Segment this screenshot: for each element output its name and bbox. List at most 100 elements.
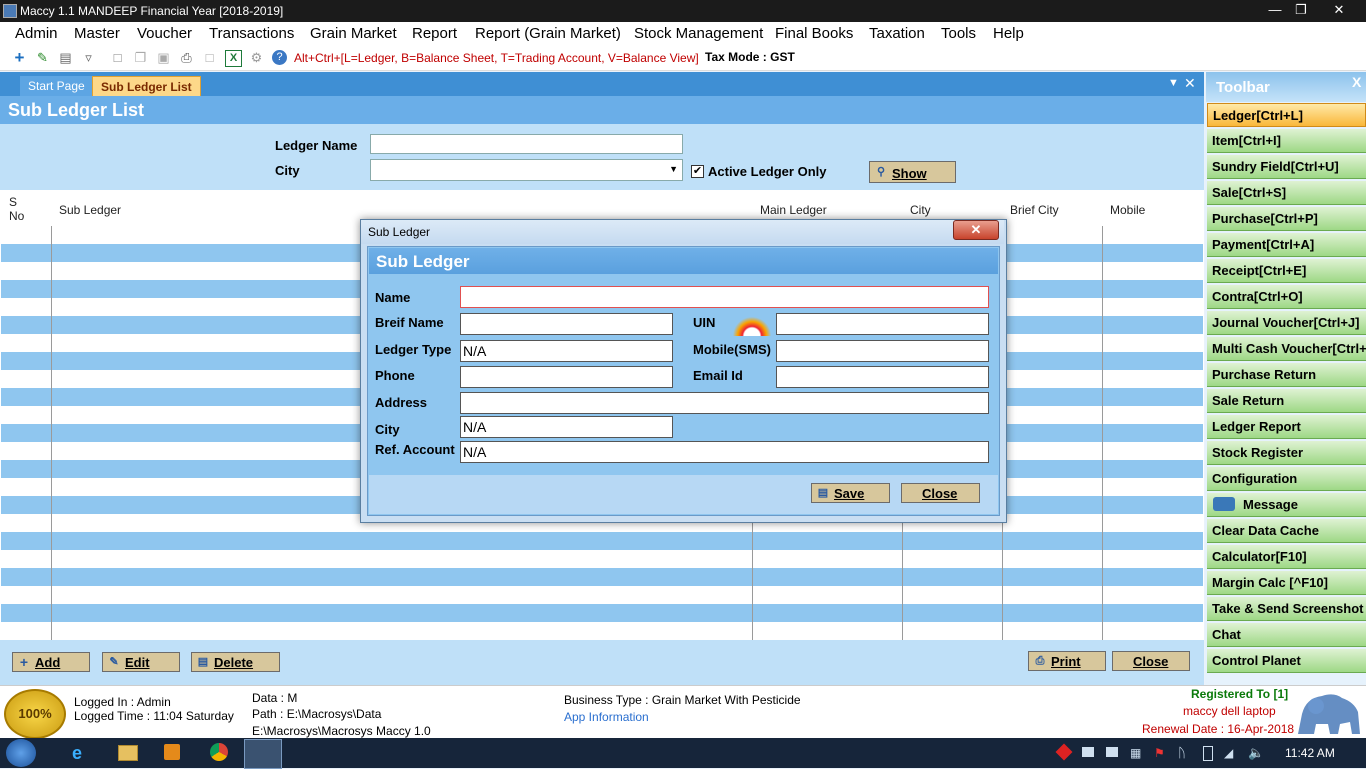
name-input[interactable]: [460, 286, 989, 308]
start-button[interactable]: [6, 739, 36, 767]
toolbar-item[interactable]: Margin Calc [^F10]: [1207, 571, 1366, 595]
ie-icon[interactable]: e: [72, 743, 82, 764]
email-input[interactable]: [776, 366, 989, 388]
table-row[interactable]: [1, 532, 1203, 550]
brief-name-input[interactable]: [460, 313, 673, 335]
ledger-name-input[interactable]: [370, 134, 683, 154]
table-row[interactable]: [1, 586, 1203, 604]
phone-input[interactable]: [460, 366, 673, 388]
help-icon[interactable]: ?: [272, 50, 287, 65]
menu-taxation[interactable]: Taxation: [869, 25, 925, 42]
tray-antivirus-icon[interactable]: [1055, 743, 1073, 761]
toolbar-item[interactable]: Control Planet: [1207, 649, 1366, 673]
menu-tools[interactable]: Tools: [941, 25, 976, 42]
toolbar-item[interactable]: Clear Data Cache: [1207, 519, 1366, 543]
tray-battery-icon[interactable]: [1203, 746, 1213, 761]
tab-close-icon[interactable]: ✕: [1184, 75, 1196, 92]
maccy-taskbar-icon[interactable]: [244, 739, 282, 769]
toolbar-item[interactable]: Calculator[F10]: [1207, 545, 1366, 569]
table-row[interactable]: [1, 550, 1203, 568]
toolbar-item[interactable]: Receipt[Ctrl+E]: [1207, 259, 1366, 283]
menu-voucher[interactable]: Voucher: [137, 25, 192, 42]
close-button[interactable]: Close: [1112, 651, 1190, 671]
ref-account-input[interactable]: N/A: [460, 441, 989, 463]
add-icon[interactable]: +: [12, 49, 27, 66]
tab-start-page[interactable]: Start Page: [20, 76, 93, 96]
toolbar-item[interactable]: Sundry Field[Ctrl+U]: [1207, 155, 1366, 179]
toolbar-item[interactable]: Stock Register: [1207, 441, 1366, 465]
menu-master[interactable]: Master: [74, 25, 120, 42]
settings-icon[interactable]: ⚙: [249, 50, 264, 65]
dialog-city-input[interactable]: N/A: [460, 416, 673, 438]
col-main-ledger[interactable]: Main Ledger: [760, 203, 827, 217]
filter-icon[interactable]: ▿: [81, 50, 96, 65]
chrome-icon[interactable]: [210, 743, 228, 761]
toolbar-item[interactable]: Sale[Ctrl+S]: [1207, 181, 1366, 205]
address-input[interactable]: [460, 392, 989, 414]
edit-icon[interactable]: ✎: [35, 50, 50, 65]
toolbar-item[interactable]: Take & Send Screenshot: [1207, 597, 1366, 621]
tray-network-icon[interactable]: ▦: [1130, 746, 1141, 760]
mobile-input[interactable]: [776, 340, 989, 362]
tray-signal-icon[interactable]: ◢: [1224, 746, 1233, 760]
menu-transactions[interactable]: Transactions: [209, 25, 294, 42]
save-button[interactable]: ▤ Save: [811, 483, 890, 503]
app-information-link[interactable]: App Information: [564, 710, 649, 724]
city-select[interactable]: ▼: [370, 159, 683, 181]
toolbar-item[interactable]: Journal Voucher[Ctrl+J]: [1207, 311, 1366, 335]
menu-stock-management[interactable]: Stock Management: [634, 25, 763, 42]
media-player-icon[interactable]: [164, 744, 180, 760]
dialog-close-button[interactable]: Close: [901, 483, 980, 503]
menu-help[interactable]: Help: [993, 25, 1024, 42]
folder-icon[interactable]: [118, 745, 138, 761]
table-row[interactable]: [1, 568, 1203, 586]
menu-grain-market[interactable]: Grain Market: [310, 25, 397, 42]
tab-sub-ledger-list[interactable]: Sub Ledger List: [92, 76, 201, 98]
close-window-icon[interactable]: ✕: [1326, 0, 1352, 20]
dialog-close-icon[interactable]: ✕: [953, 220, 999, 240]
maximize-icon[interactable]: ❐: [1288, 0, 1314, 20]
print-preview-icon[interactable]: □: [202, 50, 217, 65]
taskbar-clock[interactable]: 11:42 AM: [1285, 746, 1335, 760]
tab-dropdown-icon[interactable]: ▼: [1168, 77, 1179, 89]
menu-report[interactable]: Report: [412, 25, 457, 42]
ledger-type-input[interactable]: N/A: [460, 340, 673, 362]
toolbar-item[interactable]: Item[Ctrl+I]: [1207, 129, 1366, 153]
col-brief-city[interactable]: Brief City: [1010, 203, 1059, 217]
excel-icon[interactable]: X: [225, 50, 242, 67]
toolbar-item[interactable]: Ledger[Ctrl+L]: [1207, 103, 1366, 127]
toolbar-item[interactable]: Multi Cash Voucher[Ctrl+: [1207, 337, 1366, 361]
tray-window-icon[interactable]: [1082, 747, 1094, 757]
toolbar-item[interactable]: Contra[Ctrl+O]: [1207, 285, 1366, 309]
toolbar-item[interactable]: Payment[Ctrl+A]: [1207, 233, 1366, 257]
uin-input[interactable]: [776, 313, 989, 335]
tray-volume-icon[interactable]: 🔈: [1248, 745, 1264, 761]
table-row[interactable]: [1, 622, 1203, 640]
col-sub-ledger[interactable]: Sub Ledger: [59, 203, 121, 217]
toolbar-item[interactable]: Configuration: [1207, 467, 1366, 491]
edit-button[interactable]: ✎ Edit: [102, 652, 180, 672]
toolbar-item[interactable]: Purchase[Ctrl+P]: [1207, 207, 1366, 231]
toolbar-item[interactable]: Ledger Report: [1207, 415, 1366, 439]
col-city[interactable]: City: [910, 203, 931, 217]
new-file-icon[interactable]: □: [110, 50, 125, 65]
print-button[interactable]: ⎙ Print: [1028, 651, 1106, 671]
toolbar-item[interactable]: Chat: [1207, 623, 1366, 647]
col-sno[interactable]: S No: [9, 195, 24, 223]
add-button[interactable]: + Add: [12, 652, 90, 672]
table-row[interactable]: [1, 604, 1203, 622]
tray-flag-icon[interactable]: ⚑: [1154, 746, 1165, 760]
copy-icon[interactable]: ❐: [133, 50, 148, 65]
menu-final-books[interactable]: Final Books: [775, 25, 853, 42]
paste-icon[interactable]: ▣: [156, 50, 171, 65]
menu-admin[interactable]: Admin: [15, 25, 58, 42]
tray-window-icon[interactable]: [1106, 747, 1118, 757]
delete-button[interactable]: ▤ Delete: [191, 652, 280, 672]
active-only-checkbox[interactable]: ✔: [691, 165, 704, 178]
toolbar-item[interactable]: Purchase Return: [1207, 363, 1366, 387]
print-icon[interactable]: ⎙: [179, 50, 194, 65]
document-icon[interactable]: ▤: [58, 50, 73, 65]
minimize-icon[interactable]: —: [1262, 0, 1288, 20]
col-mobile[interactable]: Mobile: [1110, 203, 1145, 217]
tray-bluetooth-icon[interactable]: ᚢ: [1178, 745, 1186, 760]
